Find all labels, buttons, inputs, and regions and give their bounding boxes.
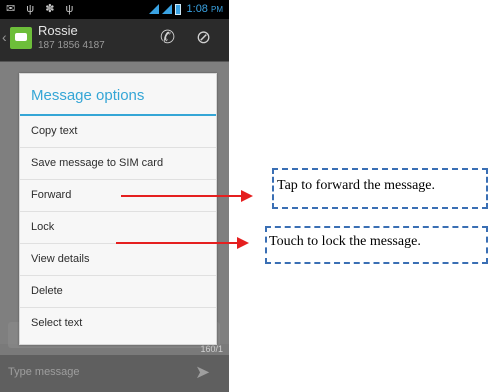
lock-callout-text: Touch to lock the message. [269,234,421,249]
menu-item-label: Forward [31,189,72,201]
usb-icon: ψ [65,3,78,15]
attachment-icon[interactable]: ⊘ [196,27,211,48]
contact-number: 187 1856 4187 [38,40,105,51]
composer: Type message ➤ [0,355,229,392]
menu-item-save-to-sim[interactable]: Save message to SIM card [20,148,216,180]
forward-arrow-head [241,190,253,202]
back-icon[interactable]: ‹ [2,29,7,45]
menu-item-label: Select text [31,317,83,329]
notification-icons: ✉ ψ ✽ ψ [6,2,77,15]
menu-item-label: Lock [31,221,55,233]
contact-name: Rossie [38,23,78,38]
conversation-header: ‹ Rossie 187 1856 4187 ✆ ⊘ [0,19,229,62]
lock-arrow-head [237,237,249,249]
forward-callout: Tap to forward the message. [272,168,488,209]
menu-item-label: Copy text [31,125,78,137]
menu-item-label: Save message to SIM card [31,157,164,169]
dialog-title: Message options [20,74,216,114]
menu-item-label: Delete [31,285,63,297]
avatar[interactable] [10,27,32,49]
battery-icon [174,3,181,15]
menu-item-delete[interactable]: Delete [20,276,216,308]
status-bar: ✉ ψ ✽ ψ 1:08 PM [0,0,229,19]
dialog-title-text: Message options [31,87,145,104]
menu-item-label: View details [31,253,90,265]
send-icon[interactable]: ➤ [195,362,210,383]
character-counter: 160/1 [200,344,223,354]
menu-item-view-details[interactable]: View details [20,244,216,276]
message-input[interactable]: Type message [8,366,80,378]
forward-arrow [121,195,241,197]
clock: 1:08 PM [186,3,223,15]
forward-callout-text: Tap to forward the message. [277,178,436,193]
menu-item-copy-text[interactable]: Copy text [20,116,216,148]
menu-item-lock[interactable]: Lock [20,212,216,244]
menu-item-select-text[interactable]: Select text [20,308,216,340]
android-icon: ✽ [45,3,59,15]
lock-callout: Touch to lock the message. [265,226,488,264]
lock-arrow [116,242,237,244]
signal-icon [161,4,172,14]
phone-icon[interactable]: ✆ [160,27,175,48]
status-right: 1:08 PM [148,3,223,15]
usb-icon: ψ [26,3,39,15]
notification-icon: ✉ [6,3,20,15]
message-options-dialog: Message options Copy text Save message t… [19,73,217,345]
signal-icon [148,4,159,14]
